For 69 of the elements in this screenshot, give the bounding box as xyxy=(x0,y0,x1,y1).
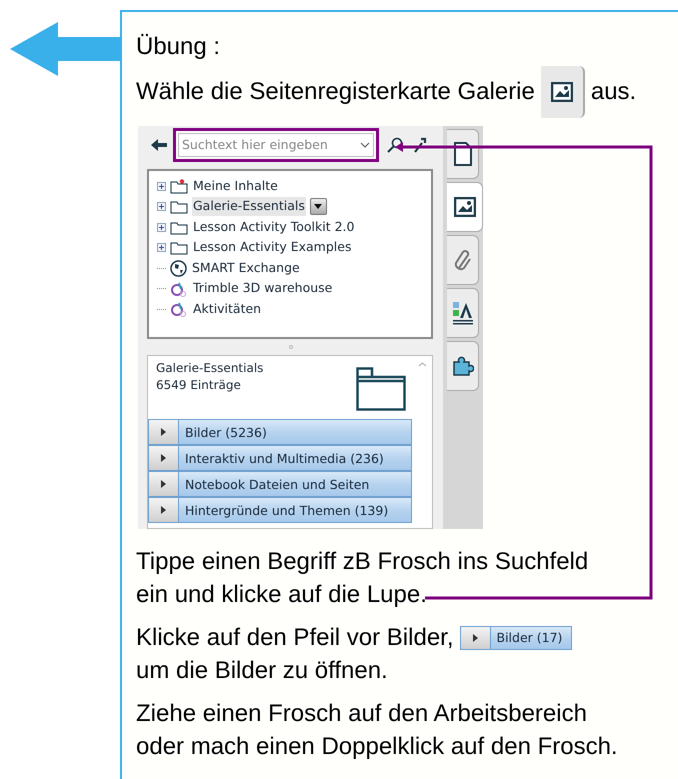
side-tab[interactable] xyxy=(447,182,483,232)
tree-item[interactable]: Aktivitäten xyxy=(192,300,262,319)
globe-icon xyxy=(170,260,187,277)
expand-arrow-button[interactable] xyxy=(149,446,179,470)
side-tab[interactable] xyxy=(447,341,479,391)
step-text: Klicke auf den Pfeil vor Bilder, xyxy=(136,622,454,652)
arrowhead-icon xyxy=(472,634,478,642)
expand-toggle[interactable] xyxy=(157,182,166,191)
category-label: Bilder (17) xyxy=(496,629,564,647)
step-text: oder mach einen Doppelklick auf den Frosch. xyxy=(136,732,618,762)
category-bar[interactable]: Notebook Dateien und Seiten xyxy=(148,471,412,497)
instruction-text: aus. xyxy=(590,77,636,107)
step-text: Ziehe einen Frosch auf den Arbeitsbereich xyxy=(136,699,587,729)
category-bar[interactable]: Bilder (17) xyxy=(460,626,572,650)
picture-tab-icon xyxy=(454,197,476,217)
category-label: Interaktiv und Multimedia (236) xyxy=(184,450,385,468)
chevron-up-icon xyxy=(418,362,426,367)
side-tab[interactable] xyxy=(447,288,479,338)
item-count: 6549 Einträge xyxy=(156,377,242,394)
category-label: Notebook Dateien und Seiten xyxy=(184,476,370,494)
category-bar[interactable]: Bilder (5236) xyxy=(148,419,412,445)
link-icon xyxy=(170,280,188,297)
puzzle-icon xyxy=(452,355,474,377)
chevron-down-icon xyxy=(360,142,370,148)
properties-icon xyxy=(452,301,474,325)
exercise-title: Übung : xyxy=(136,34,222,60)
expand-toggle[interactable] xyxy=(157,243,166,252)
collection-title: Galerie-Essentials xyxy=(156,360,264,377)
link-icon xyxy=(170,301,188,318)
search-field[interactable]: Suchtext hier eingeben xyxy=(178,133,374,157)
search-input[interactable]: Suchtext hier eingeben xyxy=(182,136,360,154)
paperclip-icon xyxy=(452,248,472,272)
wrench-icon[interactable] xyxy=(413,137,427,153)
folder-icon xyxy=(170,220,188,235)
expand-arrow-button[interactable] xyxy=(149,472,179,496)
arrowhead-icon xyxy=(160,506,167,514)
expand-arrow-button[interactable] xyxy=(460,626,490,648)
arrowhead-icon xyxy=(160,454,167,462)
dropdown-button[interactable] xyxy=(310,198,327,216)
folder-icon xyxy=(170,240,188,256)
caret-icon xyxy=(314,204,322,210)
step-text: um die Bilder zu öffnen. xyxy=(136,656,388,686)
folder-icon xyxy=(170,199,188,214)
category-label: Bilder (5236) xyxy=(184,424,268,442)
side-tab[interactable] xyxy=(447,129,479,179)
picture-icon xyxy=(550,82,573,102)
tree-item[interactable]: Meine Inhalte xyxy=(192,176,279,196)
tree-item[interactable]: Lesson Activity Toolkit 2.0 xyxy=(192,218,356,237)
category-bar[interactable]: Interaktiv und Multimedia (236) xyxy=(148,445,412,471)
tree-item[interactable]: Galerie-Essentials xyxy=(192,197,306,216)
step-text: Tippe einen Begriff zB Frosch ins Suchfeld xyxy=(136,547,588,577)
arrowhead-icon xyxy=(160,480,167,488)
expand-arrow-button[interactable] xyxy=(149,420,179,444)
tree-item[interactable]: Lesson Activity Examples xyxy=(192,238,352,258)
arrowhead-icon xyxy=(160,428,167,436)
expand-arrow-button[interactable] xyxy=(149,498,179,522)
search-icon[interactable] xyxy=(387,137,403,153)
instruction-text: Wähle die Seitenregisterkarte Galerie xyxy=(136,77,535,107)
expand-toggle[interactable] xyxy=(157,222,166,232)
splitter-handle[interactable] xyxy=(288,345,292,349)
folder-icon xyxy=(170,178,188,194)
folder-icon xyxy=(356,367,406,411)
tree-item[interactable]: Trimble 3D warehouse xyxy=(192,279,334,298)
category-label: Hintergründe und Themen (139) xyxy=(184,502,390,520)
back-arrow-icon[interactable] xyxy=(150,138,168,152)
tree-item[interactable]: SMART Exchange xyxy=(191,258,301,278)
step-text: ein und klicke auf die Lupe. xyxy=(136,580,427,610)
expand-toggle[interactable] xyxy=(157,202,166,212)
category-bar[interactable]: Hintergründe und Themen (139) xyxy=(148,497,412,523)
